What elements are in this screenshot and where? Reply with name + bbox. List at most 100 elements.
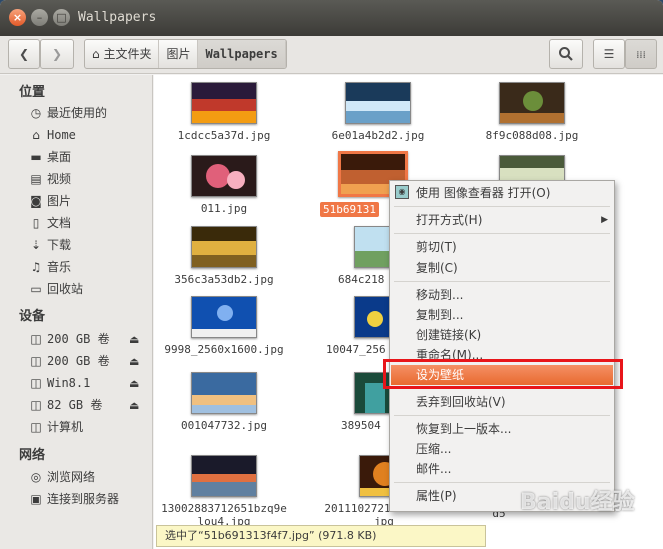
file-item[interactable]: 684c218 — [308, 226, 398, 286]
music-icon: ♫ — [30, 260, 42, 274]
sidebar-item-win81[interactable]: ◫ Win8.1 — [28, 373, 90, 393]
thumbnail — [345, 82, 411, 124]
file-item[interactable]: 011.jpg — [154, 155, 294, 215]
breadcrumb-wallpapers[interactable]: Wallpapers — [198, 40, 286, 68]
places-heading: 位置 — [19, 85, 46, 100]
menu-item-create-link[interactable]: 创建链接(K) — [391, 325, 613, 345]
eject-icon[interactable]: ⏏ — [129, 377, 139, 390]
clock-icon: ◷ — [30, 106, 42, 120]
list-view-button[interactable]: ☰ — [593, 39, 625, 69]
drive-icon: ◫ — [30, 420, 42, 434]
drive-icon: ◫ — [30, 332, 42, 346]
drive-icon: ◫ — [30, 354, 42, 368]
menu-item-copy[interactable]: 复制(C) — [391, 258, 613, 278]
search-icon — [559, 47, 573, 61]
menu-item-move-to[interactable]: 移动到... — [391, 285, 613, 305]
menu-separator — [394, 415, 610, 416]
file-item[interactable]: 10047_256 — [308, 296, 398, 356]
sidebar-item-videos[interactable]: ▤ 视频 — [28, 169, 71, 189]
sidebar-item-pictures[interactable]: ◙ 图片 — [28, 191, 71, 211]
maximize-icon[interactable]: □ — [53, 9, 70, 26]
highlight-annotation-box — [383, 359, 623, 389]
sidebar-item-documents[interactable]: ▯ 文档 — [28, 213, 71, 233]
file-item[interactable]: 9998_2560x1600.jpg — [154, 296, 294, 356]
menu-separator — [394, 233, 610, 234]
sidebar-item-volume-1[interactable]: ◫ 200 GB 卷 — [28, 329, 109, 349]
network-icon: ◎ — [30, 470, 42, 484]
thumbnail — [191, 226, 257, 268]
thumbnail — [354, 226, 394, 268]
file-item[interactable]: 8f9c088d08.jpg — [462, 82, 602, 142]
devices-heading: 设备 — [19, 309, 46, 324]
file-item[interactable]: 001047732.jpg — [154, 372, 294, 432]
close-icon[interactable]: × — [9, 9, 26, 26]
file-item[interactable]: 6e01a4b2d2.jpg — [308, 82, 448, 142]
breadcrumb-home[interactable]: ⌂ 主文件夹 — [85, 40, 160, 68]
menu-separator — [394, 206, 610, 207]
thumbnail — [191, 82, 257, 124]
server-icon: ▣ — [30, 492, 42, 506]
file-item[interactable]: 356c3a53db2.jpg — [154, 226, 294, 286]
eject-icon[interactable]: ⏏ — [129, 333, 139, 346]
breadcrumb: ⌂ 主文件夹 图片 Wallpapers — [84, 39, 287, 69]
home-icon: ⌂ — [32, 128, 40, 142]
sidebar-item-volume-2[interactable]: ◫ 200 GB 卷 — [28, 351, 109, 371]
network-heading: 网络 — [19, 448, 46, 463]
sidebar-item-downloads[interactable]: ⇣ 下载 — [28, 235, 71, 255]
menu-item-copy-to[interactable]: 复制到... — [391, 305, 613, 325]
status-bar: 选中了“51b691313f4f7.jpg” (971.8 KB) — [156, 525, 486, 547]
breadcrumb-pictures[interactable]: 图片 — [159, 40, 199, 68]
back-button[interactable]: ❮ — [8, 39, 40, 69]
thumbnail — [191, 372, 257, 414]
grid-icon: ⁞⁞⁞ — [636, 50, 646, 61]
trash-icon: ▭ — [30, 282, 42, 296]
watermark: Baidu经验 — [520, 490, 635, 515]
toolbar: ❮ ❯ ⌂ 主文件夹 图片 Wallpapers ☰ ⁞⁞⁞ — [0, 36, 663, 74]
sidebar-item-music[interactable]: ♫ 音乐 — [28, 257, 71, 277]
chevron-left-icon: ❮ — [18, 47, 30, 61]
sidebar-item-volume-3[interactable]: ◫ 82 GB 卷 — [28, 395, 102, 415]
thumbnail — [191, 455, 257, 497]
home-icon: ⌂ — [92, 47, 100, 61]
eject-icon[interactable]: ⏏ — [129, 355, 139, 368]
camera-icon: ◙ — [30, 194, 42, 208]
file-manager-window: × – □ Wallpapers ❮ ❯ ⌂ 主文件夹 图片 Wallpaper… — [0, 0, 663, 549]
menu-item-move-to-trash[interactable]: 丢弃到回收站(V) — [391, 392, 613, 412]
drive-icon: ◫ — [30, 398, 42, 412]
minimize-icon[interactable]: – — [31, 9, 48, 26]
drive-icon: ◫ — [30, 376, 42, 390]
file-item[interactable]: 13002883712651bzq9e lou4.jpg — [154, 455, 294, 528]
sidebar-item-connect-server[interactable]: ▣ 连接到服务器 — [28, 489, 119, 509]
menu-item-restore-version[interactable]: 恢复到上一版本... — [391, 419, 613, 439]
folder-icon: ▬ — [30, 150, 42, 164]
image-viewer-icon: ◉ — [395, 185, 409, 199]
thumbnail — [191, 296, 257, 338]
sidebar-item-browse-network[interactable]: ◎ 浏览网络 — [28, 467, 95, 487]
download-icon: ⇣ — [30, 238, 42, 252]
sidebar-item-computer[interactable]: ◫ 计算机 — [28, 417, 83, 437]
menu-item-open-with-viewer[interactable]: ◉ 使用 图像查看器 打开(O) — [391, 183, 613, 203]
window-title: Wallpapers — [78, 10, 157, 25]
menu-item-open-with[interactable]: 打开方式(H) ▶ — [391, 210, 613, 230]
thumbnail — [499, 82, 565, 124]
file-item[interactable]: 1cdcc5a37d.jpg — [154, 82, 294, 142]
chevron-right-icon: ❯ — [51, 47, 63, 61]
title-bar[interactable]: × – □ Wallpapers — [0, 0, 663, 36]
sidebar-item-trash[interactable]: ▭ 回收站 — [28, 279, 83, 299]
grid-view-button[interactable]: ⁞⁞⁞ — [625, 39, 657, 69]
search-button[interactable] — [549, 39, 583, 69]
menu-item-email[interactable]: 邮件... — [391, 459, 613, 479]
forward-button[interactable]: ❯ — [40, 39, 74, 69]
menu-item-cut[interactable]: 剪切(T) — [391, 237, 613, 257]
sidebar: 位置 ◷ 最近使用的 ⌂ Home ▬ 桌面 ▤ 视频 ◙ 图片 ▯ 文档 ⇣ 下载 ♫ 音乐 … — [0, 75, 153, 549]
menu-item-compress[interactable]: 压缩... — [391, 439, 613, 459]
thumbnail — [354, 296, 394, 338]
submenu-arrow-icon: ▶ — [601, 215, 608, 225]
sidebar-item-recent[interactable]: ◷ 最近使用的 — [28, 103, 107, 123]
sidebar-item-desktop[interactable]: ▬ 桌面 — [28, 147, 71, 167]
eject-icon[interactable]: ⏏ — [129, 399, 139, 412]
thumbnail — [191, 155, 257, 197]
document-icon: ▯ — [32, 216, 40, 230]
context-menu: ◉ 使用 图像查看器 打开(O) 打开方式(H) ▶ 剪切(T) 复制(C) 移动… — [389, 180, 615, 512]
sidebar-item-home[interactable]: ⌂ Home — [28, 125, 76, 145]
